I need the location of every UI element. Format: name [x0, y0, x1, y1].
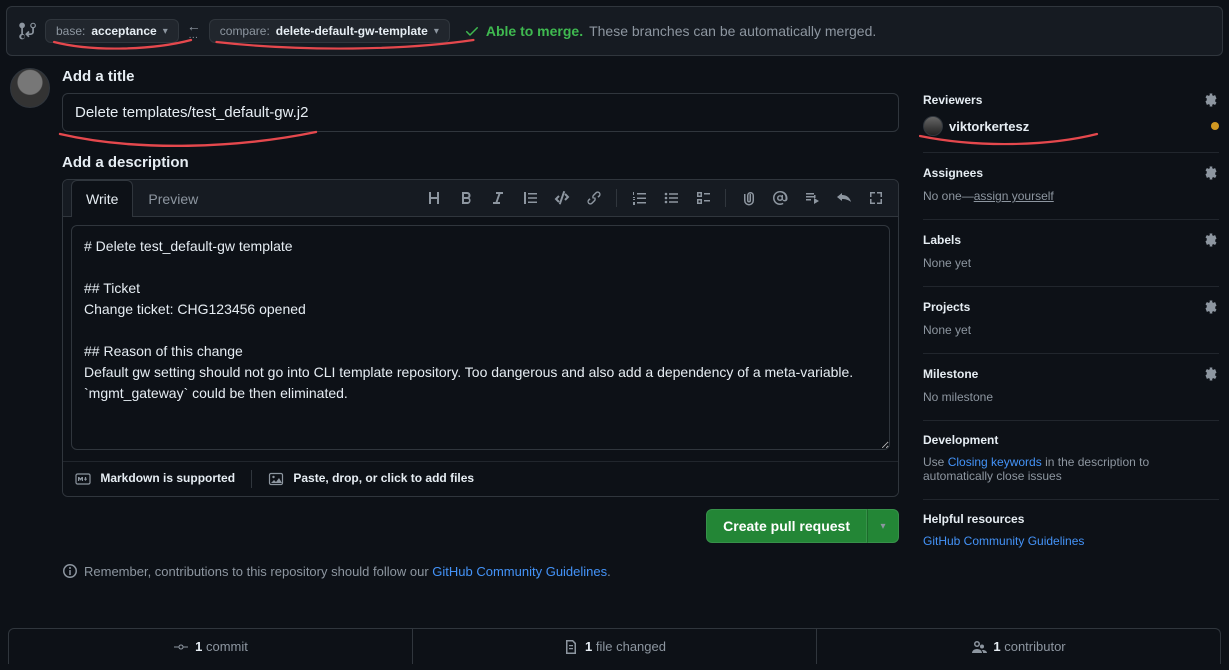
gear-icon[interactable] [1203, 232, 1219, 248]
development-body: Use Closing keywords in the description … [923, 455, 1219, 483]
quote-button[interactable] [516, 184, 544, 212]
compare-branch-selector[interactable]: compare: delete-default-gw-template ▾ [209, 19, 450, 43]
helpful-heading: Helpful resources [923, 512, 1219, 526]
code-button[interactable] [548, 184, 576, 212]
assign-yourself-link[interactable]: assign yourself [974, 189, 1054, 203]
image-icon [268, 471, 284, 487]
reviewer-avatar [923, 116, 943, 136]
tab-preview[interactable]: Preview [133, 180, 213, 217]
labels-body: None yet [923, 256, 1219, 270]
bold-button[interactable] [452, 184, 480, 212]
milestone-body: No milestone [923, 390, 1219, 404]
gear-icon[interactable] [1203, 366, 1219, 382]
caret-down-icon: ▾ [434, 26, 439, 37]
tab-write[interactable]: Write [71, 180, 133, 217]
info-icon [62, 563, 78, 579]
assignees-body: No one—assign yourself [923, 189, 1219, 203]
git-compare-icon [19, 22, 37, 40]
description-heading: Add a description [62, 154, 899, 171]
labels-heading: Labels [923, 233, 961, 247]
description-box: Write Preview [62, 179, 899, 497]
ordered-list-button[interactable] [625, 184, 653, 212]
gear-icon[interactable] [1203, 92, 1219, 108]
milestone-heading: Milestone [923, 367, 978, 381]
caret-down-icon: ▾ [163, 26, 168, 37]
caret-down-icon: ▾ [880, 521, 885, 532]
attach-button[interactable] [734, 184, 762, 212]
gear-icon[interactable] [1203, 165, 1219, 181]
base-prefix: base: [56, 24, 85, 38]
markdown-toolbar [420, 184, 890, 212]
arrow-left-icon: ←… [187, 21, 201, 41]
gear-icon[interactable] [1203, 299, 1219, 315]
markdown-icon [75, 471, 91, 487]
merge-status-msg: These branches can be automatically merg… [589, 23, 876, 39]
commits-stat[interactable]: 1 commit [9, 629, 412, 664]
closing-keywords-link[interactable]: Closing keywords [948, 455, 1042, 469]
link-button[interactable] [580, 184, 608, 212]
compare-merge-bar: base: acceptance ▾ ←… compare: delete-de… [6, 6, 1223, 56]
helpful-guidelines-link[interactable]: GitHub Community Guidelines [923, 534, 1084, 548]
projects-body: None yet [923, 323, 1219, 337]
merge-status-able: Able to merge. [486, 23, 583, 39]
reviewers-heading: Reviewers [923, 93, 982, 107]
create-pr-button[interactable]: Create pull request [706, 509, 867, 543]
pr-body-textarea[interactable] [71, 225, 890, 450]
contributors-stat[interactable]: 1 contributor [816, 629, 1220, 664]
markdown-supported[interactable]: Markdown is supported [75, 471, 235, 487]
projects-heading: Projects [923, 300, 970, 314]
files-changed-stat[interactable]: 1 file changed [412, 629, 816, 664]
title-heading: Add a title [62, 68, 899, 85]
people-icon [971, 639, 987, 655]
task-list-button[interactable] [689, 184, 717, 212]
italic-button[interactable] [484, 184, 512, 212]
file-diff-icon [563, 639, 579, 655]
merge-status: Able to merge. These branches can be aut… [464, 23, 876, 39]
compare-branch-name: delete-default-gw-template [276, 24, 428, 38]
pr-title-input[interactable] [62, 93, 899, 132]
development-heading: Development [923, 433, 998, 447]
mention-button[interactable] [766, 184, 794, 212]
attach-files-hint[interactable]: Paste, drop, or click to add files [268, 471, 474, 487]
unordered-list-button[interactable] [657, 184, 685, 212]
create-pr-dropdown[interactable]: ▾ [867, 509, 899, 543]
assignees-heading: Assignees [923, 166, 983, 180]
cross-reference-button[interactable] [798, 184, 826, 212]
author-avatar [10, 68, 50, 108]
review-pending-dot [1211, 122, 1219, 130]
community-guidelines-link[interactable]: GitHub Community Guidelines [432, 564, 607, 579]
guidelines-reminder: Remember, contributions to this reposito… [62, 563, 899, 579]
reviewer-name: viktorkertesz [949, 119, 1029, 134]
base-branch-selector[interactable]: base: acceptance ▾ [45, 19, 179, 43]
reviewer-item[interactable]: viktorkertesz [923, 116, 1219, 136]
heading-button[interactable] [420, 184, 448, 212]
reply-button[interactable] [830, 184, 858, 212]
git-commit-icon [173, 639, 189, 655]
base-branch-name: acceptance [91, 24, 156, 38]
expand-button[interactable] [862, 184, 890, 212]
check-icon [464, 23, 480, 39]
compare-prefix: compare: [220, 24, 270, 38]
compare-stats-bar: 1 commit 1 file changed 1 contributor [8, 628, 1221, 664]
